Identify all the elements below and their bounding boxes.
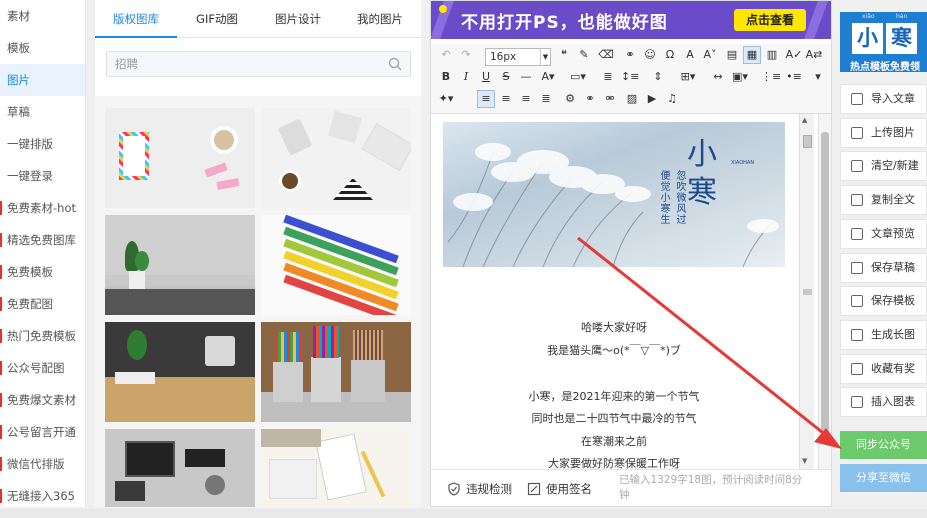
- status-bar: [0, 509, 927, 518]
- annotation-arrow: [577, 236, 842, 449]
